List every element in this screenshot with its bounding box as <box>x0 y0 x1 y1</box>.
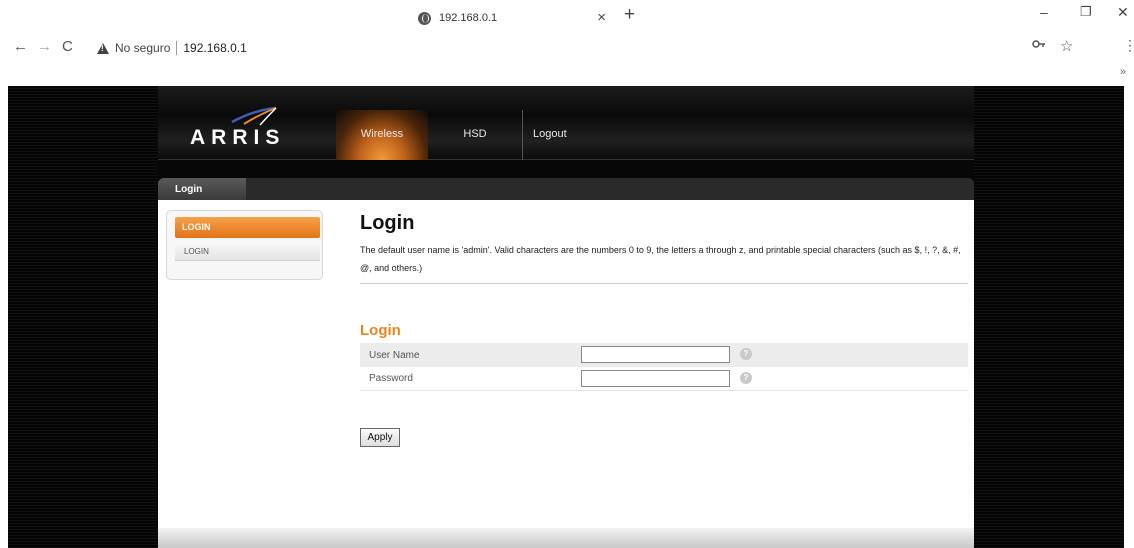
kebab-menu-icon[interactable]: ⋮ <box>1123 37 1134 54</box>
key-icon[interactable] <box>1032 39 1046 49</box>
side-menu: LOGIN LOGIN <box>166 210 323 280</box>
username-label: User Name <box>369 349 420 361</box>
bookmarks-bar: » <box>0 62 1134 86</box>
close-window-button[interactable]: ✕ <box>1117 4 1129 21</box>
footer-bar <box>158 528 974 548</box>
help-icon[interactable]: ? <box>740 372 752 384</box>
help-icon[interactable]: ? <box>740 348 752 360</box>
right-background <box>974 86 1124 548</box>
left-background <box>8 86 158 548</box>
nav-wireless[interactable]: Wireless <box>336 110 428 160</box>
minimize-button[interactable]: – <box>1040 4 1048 20</box>
forward-arrow-icon[interactable]: → <box>37 38 52 55</box>
login-main: Login The default user name is 'admin'. … <box>360 212 968 447</box>
password-label: Password <box>369 373 413 384</box>
section-title: Login <box>360 322 401 339</box>
url-text: 192.168.0.1 <box>183 41 247 55</box>
new-tab-button[interactable]: + <box>624 4 635 26</box>
page-tab-row: Login <box>158 178 974 200</box>
nav-hsd[interactable]: HSD <box>428 110 522 160</box>
bookmarks-overflow-icon[interactable]: » <box>1120 66 1126 78</box>
password-row: Password ? <box>360 367 968 391</box>
username-row: User Name ? <box>360 343 968 367</box>
logo-text: ARRIS <box>190 126 286 149</box>
divider <box>360 283 968 284</box>
warning-icon <box>97 42 109 54</box>
browser-tab[interactable]: 192.168.0.1 × <box>408 4 612 32</box>
divider <box>176 41 178 55</box>
content-panel: LOGIN LOGIN Login The default user name … <box>158 200 974 548</box>
page-header: ARRIS Wireless HSD Logout <box>158 86 974 160</box>
web-page: ARRIS Wireless HSD Logout Login LOGIN LO… <box>8 86 1124 548</box>
side-menu-active-item[interactable]: LOGIN <box>175 217 320 238</box>
browser-tab-strip: 192.168.0.1 × + – ❐ ✕ <box>0 0 1134 32</box>
page-title: Login <box>360 212 415 234</box>
page-description: The default user name is 'admin'. Valid … <box>360 245 961 273</box>
password-input[interactable] <box>581 370 730 387</box>
logo-swoosh-icon <box>231 106 277 126</box>
arris-logo: ARRIS <box>190 106 290 150</box>
apply-button[interactable]: Apply <box>360 428 400 447</box>
tab-login[interactable]: Login <box>158 178 246 200</box>
reload-icon[interactable]: C <box>62 38 73 55</box>
nav-logout[interactable]: Logout <box>522 110 598 160</box>
main-nav: Wireless HSD Logout <box>336 110 598 160</box>
tab-close-icon[interactable]: × <box>597 9 606 26</box>
security-label[interactable]: No seguro <box>115 41 170 55</box>
page-center: ARRIS Wireless HSD Logout Login LOGIN LO… <box>158 86 974 548</box>
star-icon[interactable]: ☆ <box>1060 37 1073 55</box>
back-arrow-icon[interactable]: ← <box>13 38 28 55</box>
address-bar-row: ← → C No seguro 192.168.0.1 ☆ ⋮ <box>0 32 1134 62</box>
side-menu-sub-item[interactable]: LOGIN <box>175 241 320 261</box>
restore-button[interactable]: ❐ <box>1080 4 1092 20</box>
url-input[interactable]: No seguro 192.168.0.1 <box>88 36 1088 60</box>
username-input[interactable] <box>581 346 730 363</box>
tab-title: 192.168.0.1 <box>439 12 498 24</box>
globe-icon <box>418 11 431 25</box>
